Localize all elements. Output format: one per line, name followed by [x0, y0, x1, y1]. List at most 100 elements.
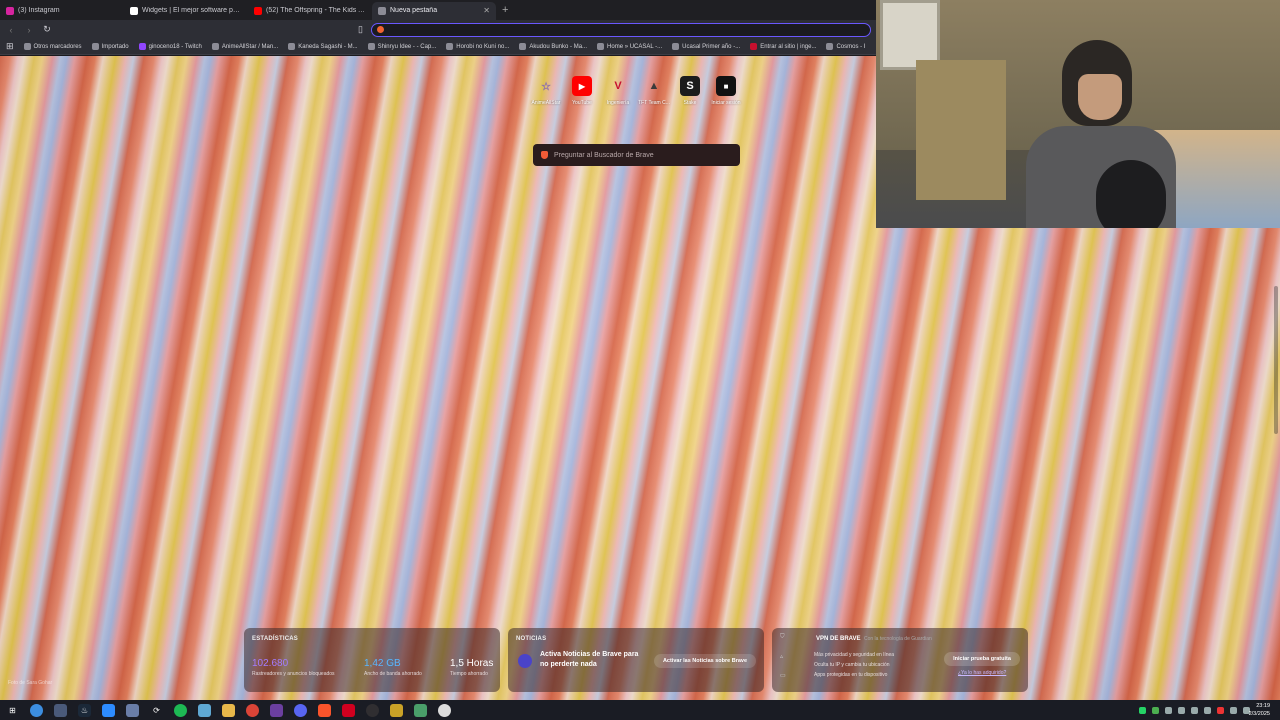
folder-icon	[91, 43, 99, 50]
tray-icon[interactable]	[1152, 706, 1159, 714]
network-icon[interactable]	[1230, 706, 1237, 714]
top-site-tft[interactable]: ▲ TFT Team C...	[636, 76, 672, 106]
brave-search-box[interactable]: Preguntar al Buscador de Brave	[533, 144, 740, 166]
tab-youtube[interactable]: (52) The Offspring - The Kids Ar...	[248, 2, 372, 20]
top-site-ingenieria[interactable]: V Ingeniería	[600, 76, 636, 106]
valorant-icon[interactable]	[414, 703, 427, 717]
whatsapp-icon[interactable]	[1139, 706, 1146, 714]
app-icon[interactable]	[54, 703, 67, 717]
site-icon	[367, 43, 375, 50]
brave-icon	[378, 6, 386, 15]
login-icon: ■	[716, 76, 736, 96]
start-icon[interactable]: ⊞	[6, 704, 19, 717]
tray-icon[interactable]	[1217, 706, 1224, 714]
system-tray	[1139, 700, 1250, 720]
webcam-shelf	[916, 60, 1006, 200]
bookmark-item[interactable]: Kaneda Sagashi - M...	[288, 43, 358, 50]
stat-bandwidth: 1,42 GB Ancho de banda ahorrado	[364, 658, 422, 677]
stake-icon: S	[680, 76, 700, 96]
brave-shield-icon[interactable]	[376, 26, 384, 33]
tray-icon[interactable]	[1204, 706, 1211, 714]
ingenieria-icon: V	[614, 80, 622, 92]
youtube-icon	[254, 6, 262, 15]
riot-icon[interactable]	[390, 703, 403, 717]
tab-widgets[interactable]: Widgets | El mejor software para pc...	[124, 2, 248, 20]
card-icon[interactable]: ▭	[780, 672, 786, 679]
new-tab-button[interactable]: +	[496, 4, 514, 16]
top-site-youtube[interactable]: ▶ YouTube	[564, 76, 600, 106]
activate-news-button[interactable]: Activar las Noticias sobre Brave	[654, 654, 756, 668]
photo-credit[interactable]: Foto de Sara Gohar	[8, 680, 52, 686]
tab-instagram[interactable]: (3) Instagram	[0, 2, 124, 20]
steam-icon[interactable]: ♨	[78, 703, 91, 717]
site-icon	[446, 43, 454, 50]
brave-lion-icon	[541, 151, 548, 159]
chrome-icon[interactable]	[246, 703, 259, 717]
zoom-icon[interactable]	[102, 703, 115, 717]
obs-studio-icon[interactable]	[366, 703, 379, 717]
reload-icon[interactable]: ↻	[42, 24, 52, 35]
discord-icon[interactable]	[294, 703, 307, 717]
top-site-stake[interactable]: S Stake	[672, 76, 708, 106]
news-icon	[518, 654, 532, 668]
folder-icon[interactable]	[222, 703, 235, 717]
animeallstar-icon: ☆	[541, 80, 551, 93]
tray-icon[interactable]	[1191, 706, 1198, 714]
back-icon[interactable]: ‹	[6, 25, 16, 35]
rewards-icon[interactable]: ▵	[780, 653, 786, 660]
already-purchased-link[interactable]: ¿Ya lo has adquirido?	[958, 670, 1006, 676]
tab-new-tab[interactable]: Nueva pestaña ✕	[372, 1, 496, 20]
site-icon	[597, 43, 605, 50]
twitch-icon	[138, 43, 146, 50]
bookmark-icon[interactable]: ▯	[358, 24, 363, 35]
chrome-icon[interactable]	[30, 703, 43, 717]
capcut-icon[interactable]: ⟳	[150, 704, 163, 717]
app-icon[interactable]	[438, 703, 451, 717]
taskbar: ⊞ ♨ ⟳ 23:19 2/3/2025	[0, 700, 1280, 720]
clock[interactable]: 23:19 2/3/2025	[1249, 702, 1270, 718]
close-tab-icon[interactable]: ✕	[483, 6, 490, 15]
bookmark-item[interactable]: Importado	[91, 43, 129, 50]
apps-grid-icon[interactable]: ⊞	[6, 41, 14, 52]
site-icon	[519, 43, 527, 50]
bookmark-item[interactable]: Ucasal Primer año -...	[672, 43, 740, 50]
instagram-icon	[6, 6, 14, 15]
toolbar: ‹ › ↻ ▯	[0, 20, 876, 39]
widgets-icon	[130, 6, 138, 15]
vpn-shield-icon[interactable]: ⛉	[780, 634, 786, 641]
news-widget: NOTICIAS Activa Noticias de Brave para n…	[508, 628, 764, 692]
vpn-title: VPN DE BRAVE	[816, 636, 861, 642]
top-site-login[interactable]: ■ Iniciar sesión	[708, 76, 744, 106]
bookmark-item[interactable]: Horobi no Kuni no...	[446, 43, 509, 50]
star-icon	[211, 43, 219, 50]
bookmark-item[interactable]: Otros marcadores	[23, 43, 82, 50]
bookmark-item[interactable]: Shinryu Idee - - Cap...	[367, 43, 436, 50]
person-face	[1078, 74, 1122, 120]
bookmark-item[interactable]: ginoceno18 - Twitch	[138, 43, 202, 50]
bookmark-item[interactable]: AnimeAllStar / Man...	[211, 43, 278, 50]
bookmark-item[interactable]: Akudou Bunko - Ma...	[519, 43, 587, 50]
tray-icon[interactable]	[1178, 706, 1185, 714]
address-input[interactable]	[388, 25, 859, 34]
address-bar[interactable]	[370, 22, 871, 37]
obs-icon[interactable]	[270, 703, 283, 717]
youtube-icon: ▶	[572, 76, 592, 96]
top-site-animeallstar[interactable]: ☆ AnimeAllStar	[528, 76, 564, 107]
site-icon	[750, 43, 758, 50]
scrollbar[interactable]	[1274, 286, 1278, 434]
brave-icon[interactable]	[318, 703, 331, 717]
app-icon[interactable]	[126, 703, 139, 717]
acrobat-icon[interactable]	[342, 703, 355, 717]
bookmark-item[interactable]: Home » UCASAL -...	[597, 43, 662, 50]
bookmark-item[interactable]: Entrar al sitio | inge...	[750, 43, 816, 50]
app-icon[interactable]	[198, 703, 211, 717]
tab-strip: (3) Instagram Widgets | El mejor softwar…	[0, 0, 876, 20]
news-title: NOTICIAS	[516, 636, 547, 642]
tab-title: Nueva pestaña	[390, 7, 438, 14]
start-trial-button[interactable]: Iniciar prueba gratuita	[944, 652, 1020, 666]
tray-icon[interactable]	[1165, 706, 1172, 714]
bookmark-item[interactable]: Cosmos - I	[826, 43, 865, 50]
spotify-icon[interactable]	[174, 703, 187, 717]
forward-icon[interactable]: ›	[24, 25, 34, 35]
tab-title: (52) The Offspring - The Kids Ar...	[266, 7, 366, 14]
